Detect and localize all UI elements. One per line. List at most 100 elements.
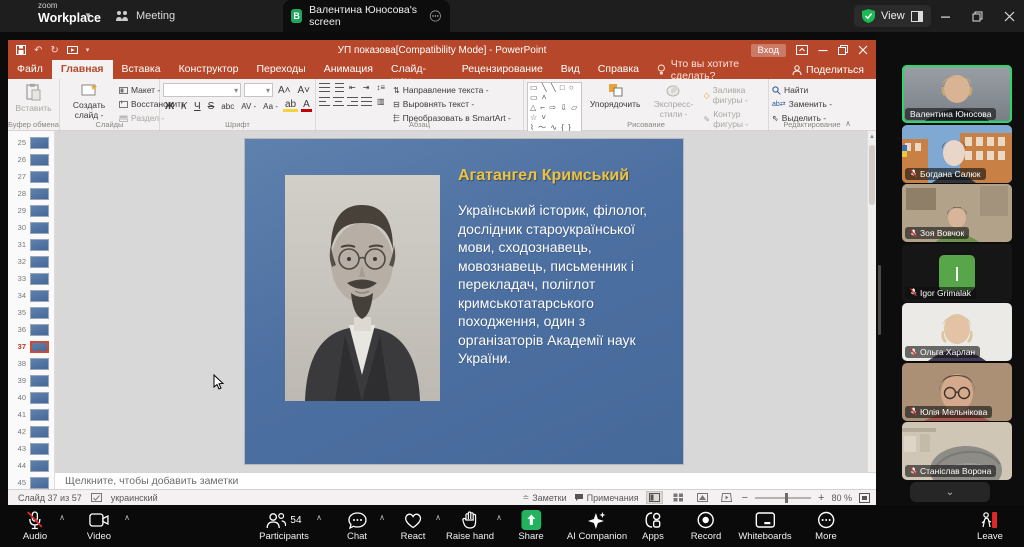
slide-thumbnail-37[interactable]: 37 — [8, 338, 54, 355]
line-spacing-icon[interactable]: ↕≡ — [374, 83, 387, 92]
participant-tile-3[interactable]: Зоя Вовчок — [902, 184, 1012, 242]
ribbon-tab-5[interactable]: Переходы — [247, 60, 314, 79]
audio-button[interactable]: Audio — [23, 510, 47, 542]
participants-options-chevron[interactable]: ∧ — [316, 513, 322, 522]
font-color-button[interactable]: А — [301, 101, 312, 112]
thumbnail-preview[interactable] — [30, 154, 49, 166]
highlight-color-button[interactable]: ab — [283, 101, 298, 112]
ppt-share-button[interactable]: Поделиться — [792, 60, 876, 79]
tab-options-icon[interactable] — [429, 8, 442, 24]
zoom-percent[interactable]: 80 % — [831, 493, 852, 503]
slide-thumbnail-36[interactable]: 36 — [8, 321, 54, 338]
ribbon-tab-3[interactable]: Вставка — [113, 60, 170, 79]
participants-button[interactable]: 54 Participants — [259, 510, 309, 542]
slide-thumbnail-41[interactable]: 41 — [8, 406, 54, 423]
qat-customize-chevron-icon[interactable]: ▾ — [86, 46, 90, 54]
find-button[interactable]: Найти — [772, 85, 852, 95]
slide[interactable]: Агатангел Кримський Український історик,… — [245, 139, 683, 464]
columns-icon[interactable]: ▥ — [375, 97, 387, 106]
chat-options-chevron[interactable]: ∧ — [379, 513, 385, 522]
language-indicator[interactable]: украинский — [111, 493, 158, 503]
strikethrough-button[interactable]: S — [206, 101, 217, 112]
ppt-close-icon[interactable] — [858, 45, 868, 55]
numbering-icon[interactable] — [333, 83, 344, 92]
canvas-scrollbar[interactable]: ▲ — [867, 131, 876, 472]
decrease-font-icon[interactable]: A˅ — [295, 85, 312, 96]
italic-button[interactable]: К — [179, 101, 189, 112]
thumbnail-preview[interactable] — [30, 171, 49, 183]
decrease-indent-icon[interactable]: ⇤ — [347, 83, 358, 92]
ppt-restore-icon[interactable] — [838, 45, 848, 55]
spellcheck-icon[interactable] — [91, 493, 102, 503]
font-name-combo[interactable]: ▾ — [163, 83, 241, 97]
ribbon-tab-8[interactable]: Рецензирование — [453, 60, 552, 79]
thumbnail-preview[interactable] — [30, 375, 49, 387]
thumbnail-preview[interactable] — [30, 239, 49, 251]
audio-options-chevron[interactable]: ∧ — [59, 513, 65, 522]
underline-button[interactable]: Ч — [192, 101, 203, 112]
thumbnail-preview[interactable] — [30, 205, 49, 217]
undo-icon[interactable]: ↶ — [34, 45, 42, 56]
tab-meeting[interactable]: Meeting — [115, 0, 175, 32]
leave-button[interactable]: Leave — [977, 510, 1003, 542]
slide-thumbnail-33[interactable]: 33 — [8, 270, 54, 287]
slide-thumbnail-40[interactable]: 40 — [8, 389, 54, 406]
thumbnail-preview[interactable] — [30, 222, 49, 234]
thumbnail-preview[interactable] — [30, 324, 49, 336]
zoom-slider[interactable] — [755, 497, 811, 499]
slide-thumbnail-25[interactable]: 25 — [8, 134, 54, 151]
react-button[interactable]: React — [401, 510, 426, 542]
thumbnail-preview[interactable] — [30, 426, 49, 438]
comments-toggle-button[interactable]: Примечания — [574, 493, 639, 503]
font-size-combo[interactable]: ▾ — [244, 83, 273, 97]
slide-thumbnail-35[interactable]: 35 — [8, 304, 54, 321]
zoom-out-icon[interactable]: − — [742, 492, 748, 504]
thumbnail-preview[interactable] — [30, 341, 49, 353]
slide-thumbnail-34[interactable]: 34 — [8, 287, 54, 304]
fit-to-window-icon[interactable] — [859, 493, 870, 503]
reading-view-button[interactable] — [694, 491, 711, 504]
normal-view-button[interactable] — [646, 491, 663, 504]
change-case-button[interactable]: Аа - — [261, 102, 280, 111]
signin-button[interactable]: Вход — [751, 44, 787, 57]
bullets-icon[interactable] — [319, 83, 330, 92]
bold-button[interactable]: Ж — [163, 101, 176, 112]
sidebar-scrollbar[interactable] — [878, 265, 881, 335]
thumbnail-preview[interactable] — [30, 477, 49, 489]
participant-tile-4[interactable]: I Igor Grimalak — [902, 244, 1012, 302]
slide-sorter-view-button[interactable] — [670, 491, 687, 504]
thumbnail-preview[interactable] — [30, 392, 49, 404]
ribbon-tab-4[interactable]: Конструктор — [170, 60, 248, 79]
text-shadow-button[interactable]: abc — [219, 102, 236, 111]
increase-indent-icon[interactable]: ⇥ — [361, 83, 372, 92]
slide-thumbnail-38[interactable]: 38 — [8, 355, 54, 372]
view-button[interactable]: View — [854, 5, 931, 27]
paste-button[interactable]: Вставить — [11, 82, 56, 114]
notes-toggle-button[interactable]: ≐Заметки — [523, 493, 567, 503]
slide-thumbnail-27[interactable]: 27 — [8, 168, 54, 185]
thumbnail-preview[interactable] — [30, 307, 49, 319]
thumbnail-preview[interactable] — [30, 188, 49, 200]
record-button[interactable]: Record — [691, 510, 722, 542]
quick-styles-button[interactable]: Экспресс- стили - — [649, 82, 699, 120]
character-spacing-button[interactable]: AV - — [239, 102, 258, 111]
thumbnail-preview[interactable] — [30, 460, 49, 472]
slide-thumbnail-30[interactable]: 30 — [8, 219, 54, 236]
more-button[interactable]: More — [815, 510, 837, 542]
thumbnail-preview[interactable] — [30, 290, 49, 302]
brand-chevron-icon[interactable]: ▼ — [84, 11, 92, 20]
react-options-chevron[interactable]: ∧ — [435, 513, 441, 522]
more-participants-chevron[interactable]: ⌄ — [910, 482, 990, 502]
thumbnail-preview[interactable] — [30, 409, 49, 421]
slide-thumbnail-39[interactable]: 39 — [8, 372, 54, 389]
chat-button[interactable]: Chat — [347, 510, 367, 542]
ribbon-tab-6[interactable]: Анимация — [315, 60, 382, 79]
ribbon-tab-2[interactable]: Главная — [52, 60, 113, 79]
slide-thumbnail-32[interactable]: 32 — [8, 253, 54, 270]
slide-thumbnail-29[interactable]: 29 — [8, 202, 54, 219]
ribbon-tab-7[interactable]: Слайд-шоу — [382, 60, 453, 79]
text-direction-button[interactable]: ⇅Направление текста - — [393, 85, 511, 95]
video-options-chevron[interactable]: ∧ — [124, 513, 130, 522]
increase-font-icon[interactable]: A˄ — [276, 85, 293, 96]
raise-hand-button[interactable]: Raise hand — [446, 510, 494, 542]
